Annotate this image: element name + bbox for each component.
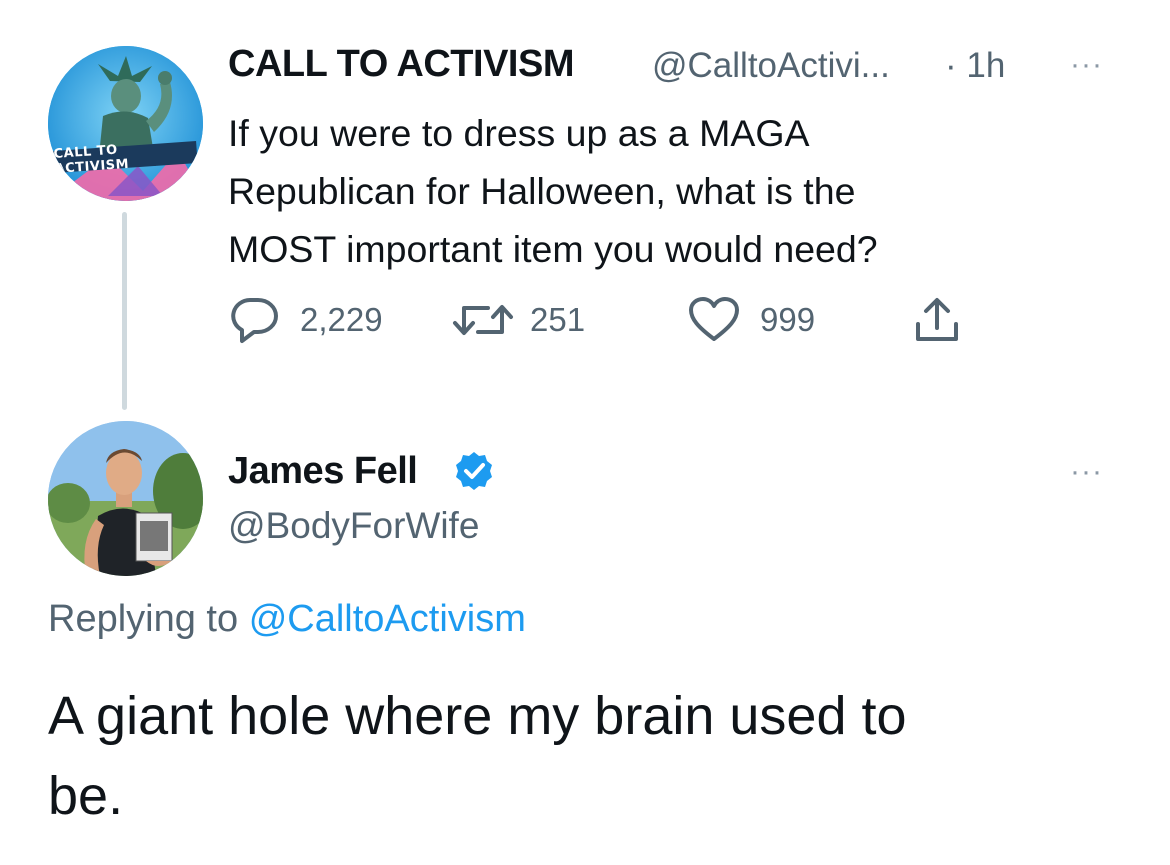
thread-connector-line — [122, 212, 127, 410]
reply-author-handle[interactable]: @BodyForWife — [228, 505, 479, 547]
parent-timestamp[interactable]: · 1h — [945, 46, 1005, 86]
avatar-banner: CALL TO ACTIVISM — [53, 141, 198, 177]
replying-to-mention[interactable]: @CalltoActivism — [249, 598, 526, 640]
reply-icon — [231, 298, 278, 343]
parent-author-handle[interactable]: @CalltoActivi... — [652, 46, 890, 86]
share-button[interactable] — [912, 295, 962, 345]
reply-tweet-line: A giant hole where my brain used to — [48, 686, 907, 746]
retweet-icon — [453, 305, 513, 335]
share-icon — [916, 298, 958, 341]
parent-tweet-line: Republican for Halloween, what is the — [228, 170, 856, 212]
avatar-photo — [48, 421, 203, 576]
retweet-button[interactable]: 251 — [452, 295, 585, 345]
reply-tweet-line: be. — [48, 766, 124, 826]
parent-more-icon[interactable]: ··· — [1070, 48, 1103, 82]
reply-count: 2,229 — [300, 301, 383, 338]
parent-tweet-line: If you were to dress up as a MAGA — [228, 112, 810, 154]
reply-button[interactable]: 2,229 — [228, 295, 383, 345]
call-to-activism-avatar[interactable]: CALL TO ACTIVISM — [48, 46, 203, 201]
replying-to: Replying to @CalltoActivism — [48, 598, 526, 641]
avatar-image — [48, 46, 203, 201]
reply-more-icon[interactable]: ··· — [1070, 455, 1103, 489]
james-fell-avatar[interactable] — [48, 421, 203, 576]
reply-tweet-text: A giant hole where my brain used to be. — [48, 676, 1128, 836]
like-count: 999 — [760, 301, 816, 338]
reply-author-name[interactable]: James Fell — [228, 450, 418, 493]
parent-tweet-text: If you were to dress up as a MAGA Republ… — [228, 104, 1088, 278]
verified-badge-icon — [453, 450, 495, 492]
retweet-count: 251 — [530, 301, 586, 338]
parent-tweet-line: MOST important item you would need? — [228, 228, 878, 270]
like-button[interactable]: 999 — [688, 295, 815, 345]
parent-author-name[interactable]: CALL TO ACTIVISM — [228, 43, 574, 86]
like-icon — [689, 297, 739, 341]
replying-to-label: Replying to — [48, 598, 239, 640]
